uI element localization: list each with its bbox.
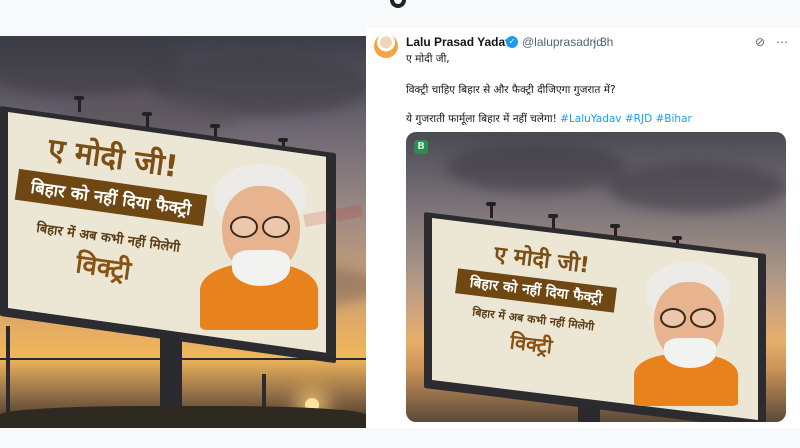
bottom-strip [0,428,800,448]
author-avatar[interactable] [374,34,398,58]
media-badge: B [414,140,428,154]
billboard-victory-word: विक्ट्री [508,329,554,359]
character-beard [664,338,716,368]
author-handle[interactable]: @laluprasadrjd [522,35,603,49]
billboard-lamp [486,202,496,218]
character-glasses-left [230,216,258,238]
tweet-media-image[interactable]: B ए मोदी जी! बिहार को नहीं दिया फैक्ट्री… [406,132,786,422]
character-glasses-right [690,308,716,328]
tweet-line-2: विक्ट्री चाहिए बिहार से और फैक्ट्री दीजि… [406,84,616,96]
tweet-line-3-text: ये गुजराती फार्मूला बिहार में नहीं चलेगा… [406,113,557,125]
grok-icon[interactable]: ⊘ [752,34,768,50]
author-name[interactable]: Lalu Prasad Yadav [406,35,512,49]
character-beard [232,250,290,286]
hashtag-bihar[interactable]: #Bihar [656,113,692,125]
hashtag-laluyadav[interactable]: #LaluYadav [560,113,621,125]
top-strip [0,0,800,10]
tweet-timestamp[interactable]: 3h [600,35,613,49]
cloud [606,162,786,212]
tree-line [0,406,366,428]
separator-dot: · [592,35,596,49]
cloud [446,142,626,192]
hashtag-rjd[interactable]: #RJD [625,113,652,125]
power-line [0,358,366,360]
billboard-victory-word: विक्ट्री [73,249,133,287]
verified-check-icon: ✓ [506,36,518,48]
tweet-card[interactable]: Lalu Prasad Yadav ✓ @laluprasadrjd · 3h … [366,28,800,428]
billboard-lamp [74,96,84,112]
top-cropped-glyph [390,0,406,8]
more-options-icon[interactable]: ⋯ [774,34,790,50]
tweet-line-3: ये गुजराती फार्मूला बिहार में नहीं चलेगा… [406,112,692,126]
character-glasses-right [262,216,290,238]
billboard-post [578,404,600,422]
character-glasses-left [660,308,686,328]
tweet-line-1: ए मोदी जी, [406,53,450,65]
